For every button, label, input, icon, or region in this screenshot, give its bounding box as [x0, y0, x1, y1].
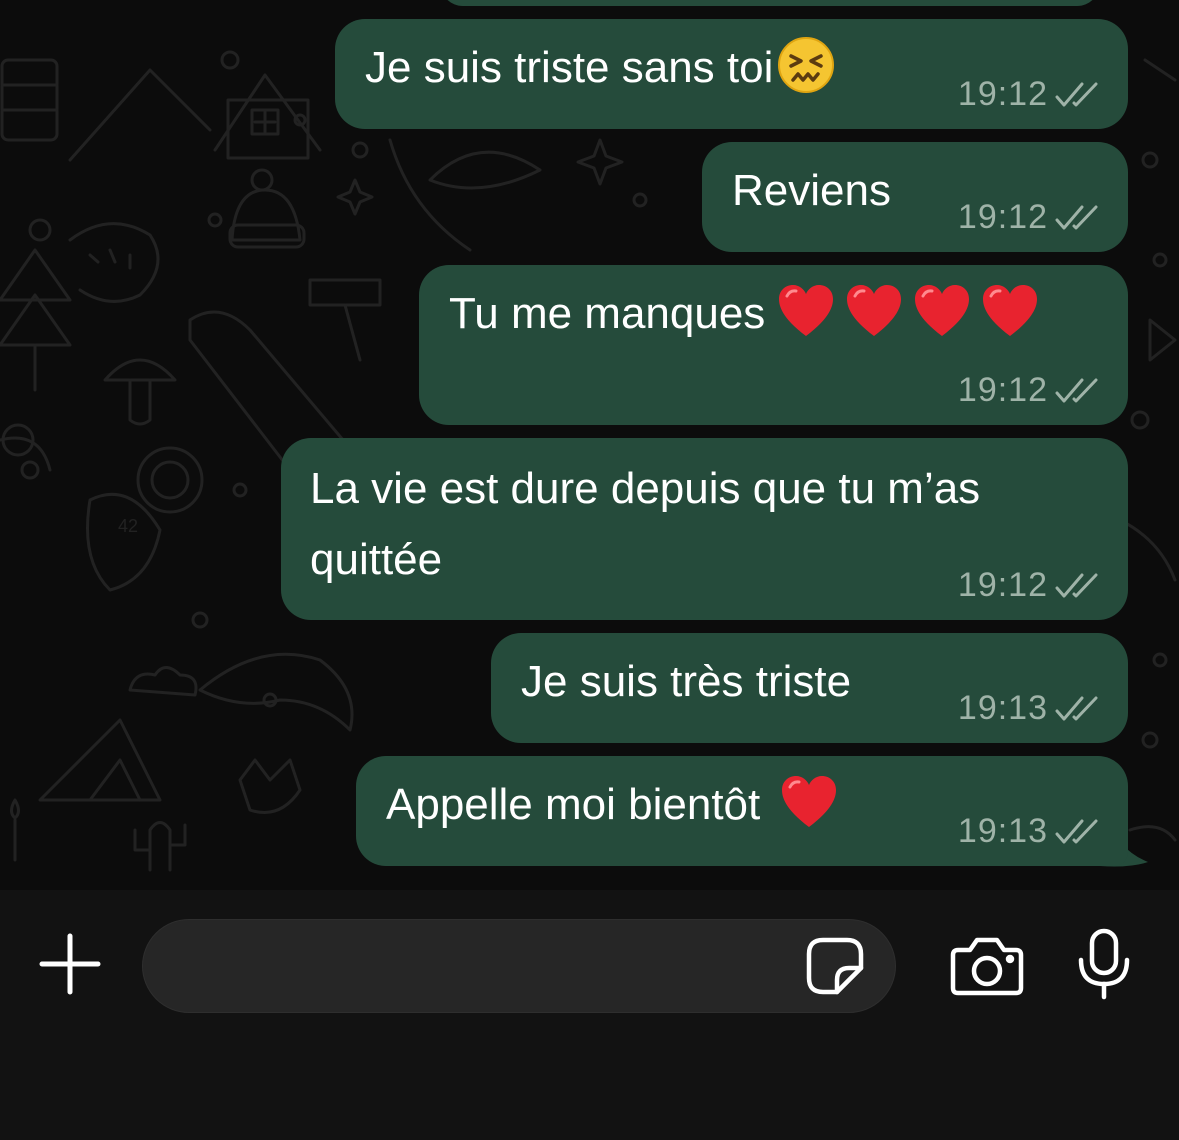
- message-time: 19:12: [957, 75, 1048, 113]
- red-heart-emoji-icon: [782, 776, 837, 827]
- message-time: 19:13: [957, 812, 1048, 850]
- message-time: 19:12: [957, 566, 1048, 604]
- message-meta: 19:12: [958, 198, 1100, 237]
- message-bubble[interactable]: Tu me manques 19:12: [419, 265, 1128, 425]
- double-check-icon: [1055, 573, 1098, 597]
- plus-icon[interactable]: [38, 932, 102, 996]
- message-text: Tu me manques: [449, 279, 1039, 349]
- message-text: Reviens: [732, 166, 891, 215]
- microphone-icon[interactable]: [1076, 928, 1132, 1000]
- message-time: 19:12: [957, 371, 1048, 409]
- sticker-icon[interactable]: [805, 936, 865, 996]
- red-heart-emoji-icon: [915, 285, 970, 336]
- message-text: Appelle moi bientôt: [386, 770, 838, 840]
- message-bubble[interactable]: Reviens 19:12: [702, 142, 1128, 252]
- camera-icon[interactable]: [950, 934, 1024, 998]
- message-time: 19:12: [957, 198, 1048, 236]
- red-heart-emoji-icon: [983, 285, 1038, 336]
- chat-area[interactable]: 42 Je suis triste sans toi 19:12 Reviens…: [0, 0, 1179, 890]
- message-input[interactable]: [173, 940, 793, 994]
- red-heart-emoji-icon: [847, 285, 902, 336]
- double-check-icon: [1055, 819, 1098, 843]
- confounded-face-emoji-icon: [778, 37, 835, 93]
- message-bubble[interactable]: La vie est dure depuis que tu m’as quitt…: [281, 438, 1128, 620]
- message-time: 19:13: [957, 689, 1048, 727]
- double-check-icon: [1055, 82, 1098, 106]
- double-check-icon: [1055, 696, 1098, 720]
- message-meta: 19:12: [958, 75, 1100, 114]
- svg-text:42: 42: [118, 516, 138, 536]
- message-text: Je suis triste sans toi: [365, 33, 835, 103]
- double-check-icon: [1055, 378, 1098, 402]
- message-bubble[interactable]: Je suis triste sans toi 19:12: [335, 19, 1128, 129]
- double-check-icon: [1055, 205, 1098, 229]
- message-text-line2: quittée: [310, 535, 443, 584]
- message-text-line1: La vie est dure depuis que tu m’as: [310, 464, 981, 513]
- message-meta: 19:12: [958, 566, 1100, 605]
- message-bubble[interactable]: Je suis très triste 19:13: [491, 633, 1128, 743]
- message-input-container[interactable]: [142, 919, 896, 1013]
- message-text: Je suis très triste: [521, 657, 852, 706]
- message-meta: 19:12: [958, 371, 1100, 410]
- message-meta: 19:13: [958, 812, 1100, 851]
- red-heart-emoji-icon: [779, 285, 834, 336]
- previous-message-bubble-partial: [440, 0, 1100, 6]
- message-meta: 19:13: [958, 689, 1100, 728]
- message-bubble[interactable]: Appelle moi bientôt 19:13: [356, 756, 1128, 866]
